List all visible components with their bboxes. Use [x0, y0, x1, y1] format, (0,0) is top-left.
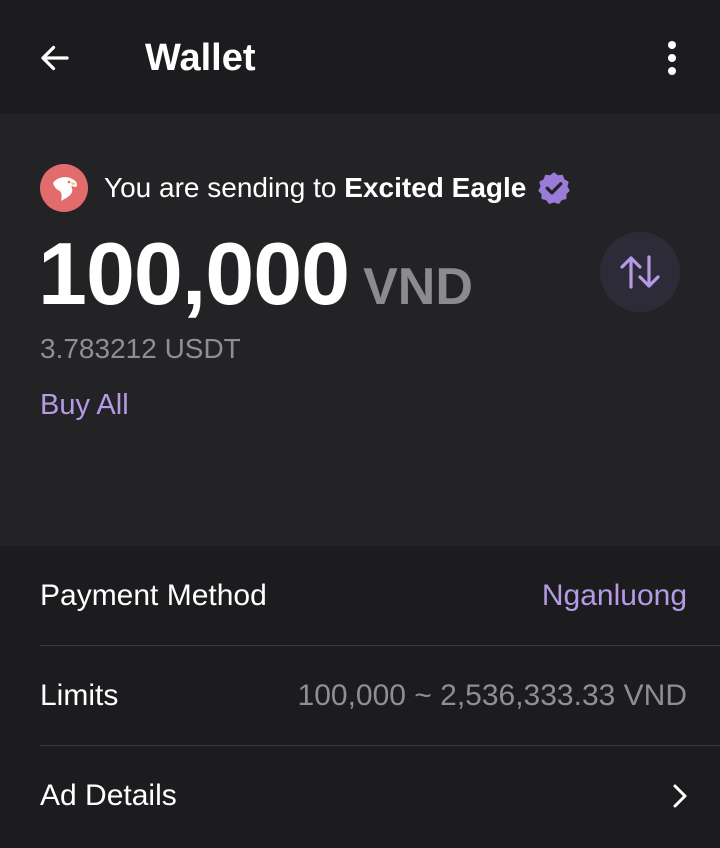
limits-label: Limits [40, 678, 119, 712]
limits-row: Limits 100,000 ~ 2,536,333.33 VND [40, 646, 720, 746]
amount-card: You are sending to Excited Eagle 100,000… [0, 114, 720, 546]
ad-details-label: Ad Details [40, 779, 177, 812]
payment-method-label: Payment Method [40, 578, 267, 612]
verified-badge-icon [538, 172, 571, 205]
swap-currency-button[interactable] [600, 232, 680, 312]
payment-method-row[interactable]: Payment Method Nganluong [40, 546, 720, 646]
amount-row: 100,000 VND [38, 224, 473, 324]
more-vertical-icon [668, 41, 676, 75]
verified-badge [536, 170, 572, 206]
eagle-avatar-icon [53, 177, 78, 201]
amount-currency: VND [363, 258, 473, 316]
recipient-row: You are sending to Excited Eagle [40, 164, 572, 212]
back-button[interactable] [30, 33, 80, 83]
recipient-text: You are sending to Excited Eagle [104, 172, 526, 204]
chevron-right-icon [668, 781, 692, 811]
ad-details-row[interactable]: Ad Details [40, 746, 720, 846]
swap-vertical-icon [620, 255, 660, 289]
recipient-prefix: You are sending to [104, 172, 345, 203]
page-title: Wallet [145, 37, 256, 79]
app-header: Wallet [0, 0, 720, 114]
details-list: Payment Method Nganluong Limits 100,000 … [0, 546, 720, 848]
arrow-left-icon [41, 45, 69, 71]
amount-value[interactable]: 100,000 [38, 224, 350, 324]
limits-value: 100,000 ~ 2,536,333.33 VND [297, 678, 687, 712]
buy-all-link[interactable]: Buy All [40, 386, 129, 424]
converted-amount: 3.783212 USDT [40, 333, 241, 364]
recipient-avatar [40, 164, 88, 212]
more-options-button[interactable] [650, 33, 694, 83]
payment-method-value: Nganluong [541, 578, 687, 612]
recipient-name: Excited Eagle [344, 172, 527, 203]
